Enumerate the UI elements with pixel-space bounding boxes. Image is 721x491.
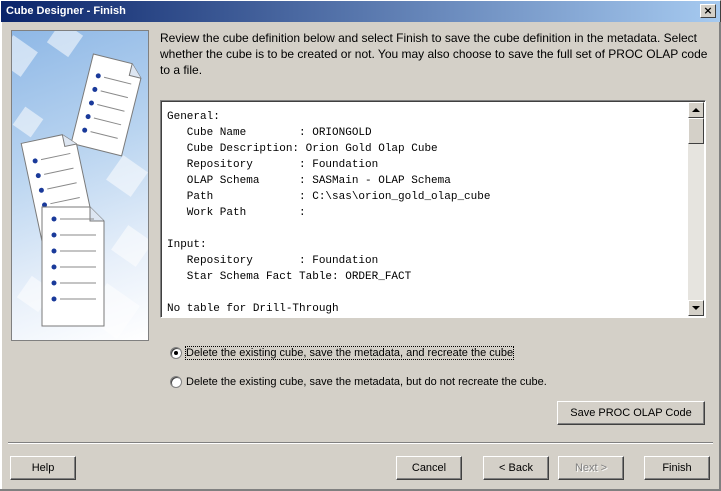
scroll-up-button[interactable] — [688, 102, 704, 118]
title-bar: Cube Designer - Finish × — [0, 0, 721, 22]
option-recreate-label: Delete the existing cube, save the metad… — [184, 346, 515, 360]
finish-button[interactable]: Finish — [644, 456, 710, 480]
save-proc-olap-code-button[interactable]: Save PROC OLAP Code — [557, 401, 705, 425]
back-button[interactable]: < Back — [483, 456, 549, 480]
wizard-illustration — [11, 30, 149, 341]
arrow-up-icon — [692, 108, 700, 112]
arrow-down-icon — [692, 306, 700, 310]
next-button[interactable]: Next > — [558, 456, 624, 480]
option-no-recreate-label: Delete the existing cube, save the metad… — [186, 376, 547, 388]
close-button[interactable]: × — [700, 4, 716, 18]
window-frame-left — [0, 22, 2, 491]
footer-separator — [8, 442, 713, 444]
instructions-text: Review the cube definition below and sel… — [160, 31, 708, 77]
vertical-scrollbar[interactable] — [688, 102, 704, 316]
window-title: Cube Designer - Finish — [6, 5, 126, 17]
cube-summary-content: General: Cube Name : ORIONGOLD Cube Desc… — [167, 111, 491, 315]
cube-summary-textarea[interactable]: General: Cube Name : ORIONGOLD Cube Desc… — [160, 100, 706, 318]
scroll-thumb[interactable] — [688, 118, 704, 144]
radio-no-recreate-cube[interactable] — [170, 376, 182, 388]
radio-recreate-cube[interactable] — [170, 347, 182, 359]
close-icon: × — [703, 4, 713, 17]
scroll-down-button[interactable] — [688, 300, 704, 316]
help-button[interactable]: Help — [10, 456, 76, 480]
documents-illustration-icon — [12, 31, 148, 339]
cancel-button[interactable]: Cancel — [396, 456, 462, 480]
